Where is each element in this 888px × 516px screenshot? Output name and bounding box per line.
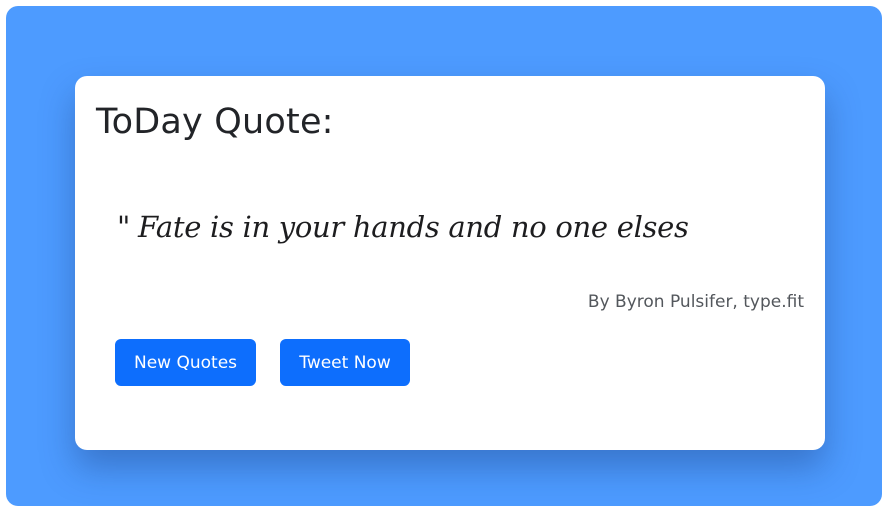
tweet-now-button[interactable]: Tweet Now bbox=[280, 339, 410, 386]
quote-text: Fate is in your hands and no one elses bbox=[138, 210, 689, 244]
new-quotes-button[interactable]: New Quotes bbox=[115, 339, 256, 386]
quote-author: By Byron Pulsifer, type.fit bbox=[587, 292, 804, 312]
quote-mark: " bbox=[117, 210, 131, 244]
quote-block: " Fate is in your hands and no one elses bbox=[117, 210, 689, 244]
card-title: ToDay Quote: bbox=[96, 102, 334, 142]
page-background: ToDay Quote: " Fate is in your hands and … bbox=[6, 6, 882, 506]
quote-card: ToDay Quote: " Fate is in your hands and … bbox=[75, 76, 825, 450]
